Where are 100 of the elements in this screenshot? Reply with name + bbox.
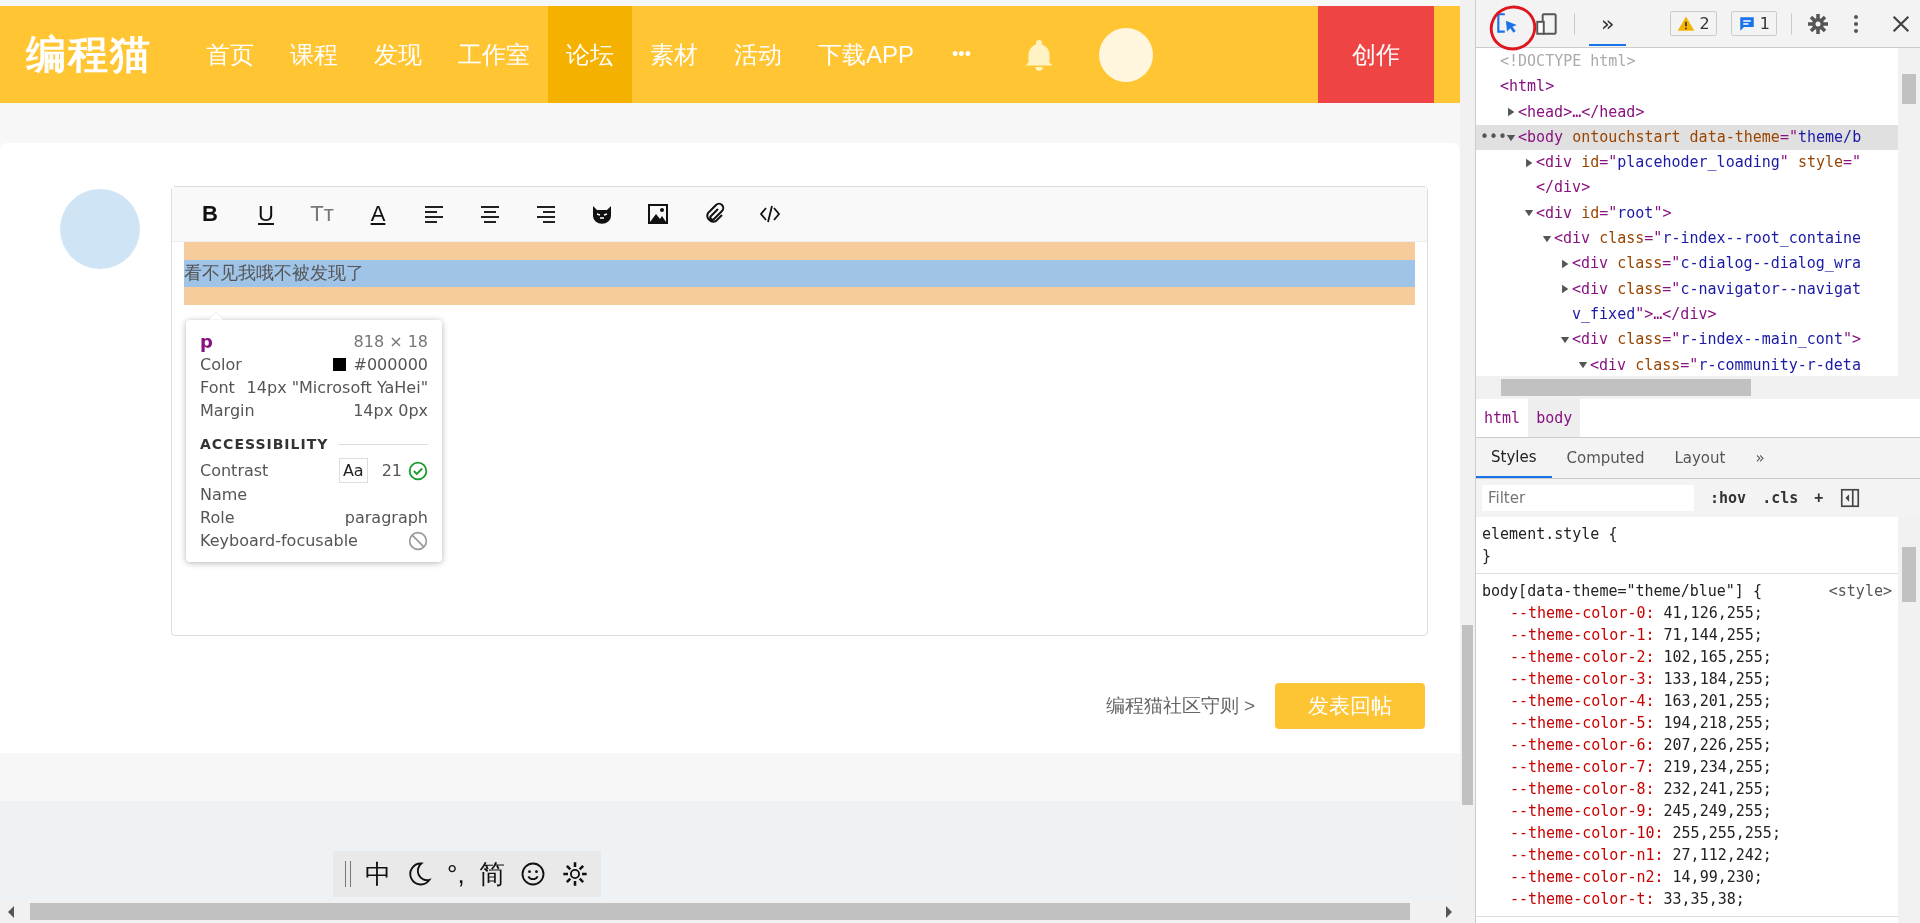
property-label: Contrast [200,460,269,482]
property-name: --theme-color-n2: [1510,868,1664,886]
panel-tab[interactable]: Computed [1551,438,1660,478]
prohibited-icon [408,530,428,551]
property-value: 194,218,255; [1663,714,1772,732]
dom-node-line[interactable]: v_fixed">…</div> [1476,301,1898,328]
element-size: 818 × 18 [353,331,428,353]
source-link[interactable]: <style> [1828,580,1892,602]
property-value: paragraph [344,507,428,529]
property-value: 14px "Microsoft YaHei" [246,377,428,399]
expanded-caret-icon[interactable] [1560,334,1570,345]
css-selector: body[data-theme="theme/blue"] { [1482,581,1762,602]
property-name: --theme-color-8: [1510,780,1655,798]
more-tabs-button[interactable]: » [1589,1,1627,46]
ime-button[interactable]: 简 [478,856,505,892]
property-name: --theme-color-0: [1510,604,1655,622]
contrast-sample: Aa [338,458,368,483]
property-name: --theme-color-2: [1510,648,1655,666]
property-value: 133,184,255; [1663,670,1772,688]
breadcrumb[interactable]: html [1476,399,1529,437]
contrast-ratio: 21 [381,460,402,482]
collapsed-caret-icon[interactable] [1560,259,1570,269]
more-tabs-button[interactable]: » [1740,438,1780,478]
property-value: 102,165,255; [1663,648,1772,666]
property-value: 219,234,255; [1663,758,1772,776]
warnings-counter[interactable]: 2 [1670,11,1717,36]
bold-button[interactable]: B [182,201,238,227]
message-icon [1737,14,1756,33]
guidelines-link[interactable]: 编程猫社区守则 > [1105,692,1255,719]
property-label: Font [200,377,235,399]
property-value: 163,201,255; [1663,692,1772,710]
message-count: 1 [1759,14,1770,33]
filter-field[interactable]: Filter [1482,485,1694,511]
font-size-button[interactable]: Tт [294,201,350,227]
class-toggle-button[interactable]: .cls [1762,489,1799,507]
collapsed-caret-icon[interactable] [1560,284,1570,295]
property-name: --theme-color-3: [1510,670,1655,688]
messages-counter[interactable]: 1 [1730,11,1777,36]
ellipsis-button[interactable]: ••• [1480,124,1508,151]
vertical-scrollbar[interactable] [1462,625,1473,805]
ime-button[interactable]: 中 [365,856,391,892]
dom-node-line[interactable]: <head>…</head> [1476,99,1898,125]
property-name: --theme-color-9: [1510,802,1655,820]
dom-node-line[interactable]: <div class="r-community-r-deta [1476,352,1898,376]
property-value: 14,99,230; [1672,868,1763,886]
css-selector: element.style { [1482,524,1618,545]
hover-state-button[interactable]: :hov [1710,489,1747,507]
vertical-scrollbar[interactable] [1898,48,1920,376]
expanded-caret-icon[interactable] [1578,360,1588,371]
dom-node-line[interactable]: <div class="r-index--main_cont"> [1476,327,1898,353]
property-name: --theme-color-10: [1510,824,1664,842]
property-value: 71,144,255; [1663,626,1763,644]
panel-tab[interactable]: Layout [1659,438,1741,478]
sidebar-toggle-icon[interactable] [1839,487,1862,509]
property-label: Keyboard-focusable [200,530,358,552]
dom-node-line[interactable]: <div class="c-dialog--dialog_wra [1476,251,1898,277]
property-value: 41,126,255; [1663,604,1763,622]
dom-node-line[interactable]: <div class="c-navigator--navigat [1476,276,1898,302]
horizontal-scrollbar[interactable] [1476,376,1920,399]
property-value: 245,249,255; [1663,802,1772,820]
property-value: #000000 [353,354,428,376]
property-value: 14px 0px [353,400,428,422]
property-name: --theme-color-1: [1510,626,1655,644]
ime-button[interactable]: °, [447,858,465,890]
expanded-caret-icon[interactable] [1542,233,1552,244]
dom-node-line[interactable]: </div> [1476,175,1898,201]
property-name: --theme-color-5: [1510,714,1655,732]
underline-button[interactable]: U [238,201,294,227]
property-name: --theme-color-4: [1510,692,1655,710]
section-heading: ACCESSIBILITY [200,436,329,452]
expanded-caret-icon[interactable] [1506,132,1516,143]
breadcrumb[interactable]: body [1528,399,1581,437]
dom-node-line[interactable]: <div id="placehoder_loading" style=" [1476,150,1898,176]
check-circle-icon [408,460,428,481]
dom-node-line[interactable]: <html> [1476,74,1898,100]
property-value: 255,255,255; [1672,824,1781,842]
property-value: 33,35,38; [1663,890,1745,908]
property-name: --theme-color-6: [1510,736,1655,754]
device-toolbar-icon[interactable] [1534,10,1560,37]
dom-node-line[interactable]: <div id="root"> [1476,200,1898,227]
property-value: 232,241,255; [1663,780,1772,798]
property-label: Role [200,507,235,529]
new-rule-button[interactable]: + [1814,489,1824,507]
warning-count: 2 [1699,14,1710,33]
dom-node-line[interactable]: <div class="r-index--root_containe [1476,226,1898,252]
horizontal-scrollbar[interactable] [0,900,1460,923]
text-color-button[interactable]: A [350,201,406,227]
image-icon[interactable] [646,202,670,226]
collapsed-caret-icon[interactable] [1524,157,1534,168]
warning-icon [1677,14,1696,33]
property-name: --theme-color-n1: [1510,846,1664,864]
vertical-scrollbar[interactable] [1898,517,1920,923]
create-button[interactable]: 创作 [1318,6,1434,103]
element-tag: p [200,330,213,353]
property-label: Color [200,354,242,376]
property-value: 207,226,255; [1663,736,1772,754]
collapsed-caret-icon[interactable] [1506,107,1516,118]
property-name: --theme-color-t: [1510,890,1655,908]
selected-paragraph: 看不见我哦不被发现了 [184,260,1415,287]
expanded-caret-icon[interactable] [1524,208,1534,219]
